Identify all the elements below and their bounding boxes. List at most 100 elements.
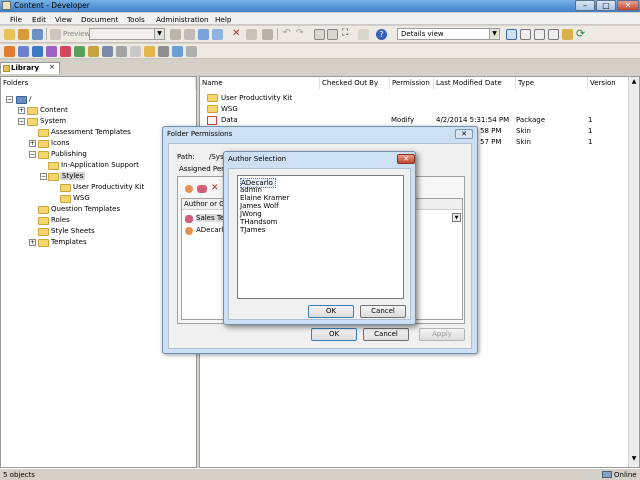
add-group-icon[interactable] (197, 185, 207, 193)
expand-icon[interactable]: + (29, 239, 36, 246)
remove-icon[interactable]: ✕ (211, 183, 219, 193)
expand-icon[interactable] (327, 29, 338, 40)
list-item[interactable]: User Productivity Kit (200, 93, 626, 104)
role-icon[interactable] (60, 46, 71, 57)
maximize-button[interactable]: □ (596, 0, 616, 11)
apply-button[interactable]: Apply (419, 328, 465, 341)
replace-icon[interactable] (358, 29, 369, 40)
column-permission[interactable]: Permission (390, 77, 434, 89)
menu-administration[interactable]: Administration (156, 15, 209, 24)
menu-edit[interactable]: Edit (32, 15, 46, 24)
undo-icon[interactable]: ↶ (283, 28, 291, 38)
menu-document[interactable]: Document (81, 15, 118, 24)
list-view-icon[interactable] (520, 29, 531, 40)
close-icon[interactable]: ✕ (397, 154, 415, 164)
tree-in-app-support[interactable]: In-Application Support (61, 161, 139, 169)
list-item[interactable]: WSG (200, 104, 626, 115)
vertical-scrollbar[interactable]: ▲ ▼ (628, 77, 639, 467)
list-item[interactable]: Elaine Kramer (240, 194, 289, 202)
cancel-button[interactable]: Cancel (360, 305, 406, 318)
tree-root[interactable]: / (29, 95, 31, 103)
tree-templates[interactable]: Templates (51, 238, 87, 246)
menu-tools[interactable]: Tools (127, 15, 145, 24)
column-checked-out-by[interactable]: Checked Out By (320, 77, 390, 89)
find-icon[interactable] (262, 29, 273, 40)
copy-icon[interactable] (198, 29, 209, 40)
author-list[interactable]: ADecarlo admin Elaine Kramer James Wolf … (237, 175, 404, 299)
add-author-icon[interactable] (185, 185, 193, 193)
save-icon[interactable] (32, 29, 43, 40)
view-combo[interactable]: Details view ▼ (397, 28, 500, 40)
collapse-icon[interactable]: − (6, 96, 13, 103)
tree-styles[interactable]: Styles (60, 172, 86, 180)
folder-up-icon[interactable] (562, 29, 573, 40)
assessment-icon[interactable] (116, 46, 127, 57)
tree-system[interactable]: System (40, 117, 66, 125)
help-icon[interactable]: ? (376, 29, 387, 40)
collapse-icon[interactable]: − (29, 151, 36, 158)
list-item[interactable]: admin (240, 186, 262, 194)
redo-icon[interactable]: ↷ (296, 28, 304, 38)
close-icon[interactable]: ✕ (455, 129, 473, 139)
column-version[interactable]: Version (588, 77, 628, 89)
tree-publishing[interactable]: Publishing (51, 150, 87, 158)
column-name[interactable]: Name (200, 77, 320, 89)
minimize-button[interactable]: – (575, 0, 595, 11)
list-item[interactable]: THandsom (240, 218, 277, 226)
link-icon[interactable] (130, 46, 141, 57)
expand-icon[interactable]: + (18, 107, 25, 114)
module-icon[interactable] (4, 46, 15, 57)
glossary-icon[interactable] (46, 46, 57, 57)
paste-icon[interactable] (212, 29, 223, 40)
history-icon[interactable] (172, 46, 183, 57)
menu-help[interactable]: Help (215, 15, 231, 24)
list-item[interactable]: JWong (240, 210, 262, 218)
collapse-icon[interactable]: − (40, 173, 47, 180)
tree-content[interactable]: Content (40, 106, 68, 114)
scroll-down-icon[interactable]: ▼ (630, 455, 638, 464)
tree-roles[interactable]: Roles (51, 216, 70, 224)
preview-combo[interactable]: ▼ (89, 28, 165, 40)
tree-icons[interactable]: Icons (51, 139, 69, 147)
import-icon[interactable] (144, 46, 155, 57)
binoculars-icon[interactable]: ⛶ (342, 28, 348, 38)
cancel-button[interactable]: Cancel (363, 328, 409, 341)
menu-file[interactable]: File (10, 15, 22, 24)
refresh-icon[interactable]: ⟳ (576, 27, 585, 40)
edit-icon[interactable] (186, 46, 197, 57)
scroll-up-icon[interactable]: ▲ (630, 78, 638, 87)
section-icon[interactable] (18, 46, 29, 57)
menu-view[interactable]: View (55, 15, 72, 24)
topic-icon[interactable] (32, 46, 43, 57)
question-icon[interactable] (102, 46, 113, 57)
tree-upk[interactable]: User Productivity Kit (73, 183, 144, 191)
preview-icon[interactable] (50, 29, 61, 40)
new-icon[interactable] (4, 29, 15, 40)
rename-icon[interactable] (246, 29, 257, 40)
list-item[interactable]: Data Modify 4/2/2014 5:31:54 PM Package … (200, 115, 626, 126)
column-last-modified[interactable]: Last Modified Date (434, 77, 516, 89)
ok-button[interactable]: OK (308, 305, 354, 318)
collapse-icon[interactable]: − (18, 118, 25, 125)
tab-library[interactable]: Library × (0, 62, 60, 74)
icon-view-icon[interactable] (534, 29, 545, 40)
tree-wsg[interactable]: WSG (73, 194, 90, 202)
ok-button[interactable]: OK (311, 328, 357, 341)
tree-style-sheets[interactable]: Style Sheets (51, 227, 95, 235)
column-type[interactable]: Type (516, 77, 588, 89)
close-tab-icon[interactable]: × (49, 63, 55, 71)
publish-icon[interactable] (184, 29, 195, 40)
web-page-icon[interactable] (74, 46, 85, 57)
delete-icon[interactable]: ✕ (232, 28, 240, 39)
list-item[interactable]: James Wolf (240, 202, 279, 210)
tree-question-templates[interactable]: Question Templates (51, 205, 120, 213)
permission-dropdown-icon[interactable]: ▼ (452, 213, 461, 222)
close-button[interactable]: ✕ (617, 0, 639, 11)
list-item[interactable]: TJames (240, 226, 265, 234)
tree-assessment-templates[interactable]: Assessment Templates (51, 128, 131, 136)
export-icon[interactable] (158, 46, 169, 57)
split-view-icon[interactable] (548, 29, 559, 40)
expand-icon[interactable]: + (29, 140, 36, 147)
details-view-icon[interactable] (506, 29, 517, 40)
collapse-icon[interactable] (314, 29, 325, 40)
